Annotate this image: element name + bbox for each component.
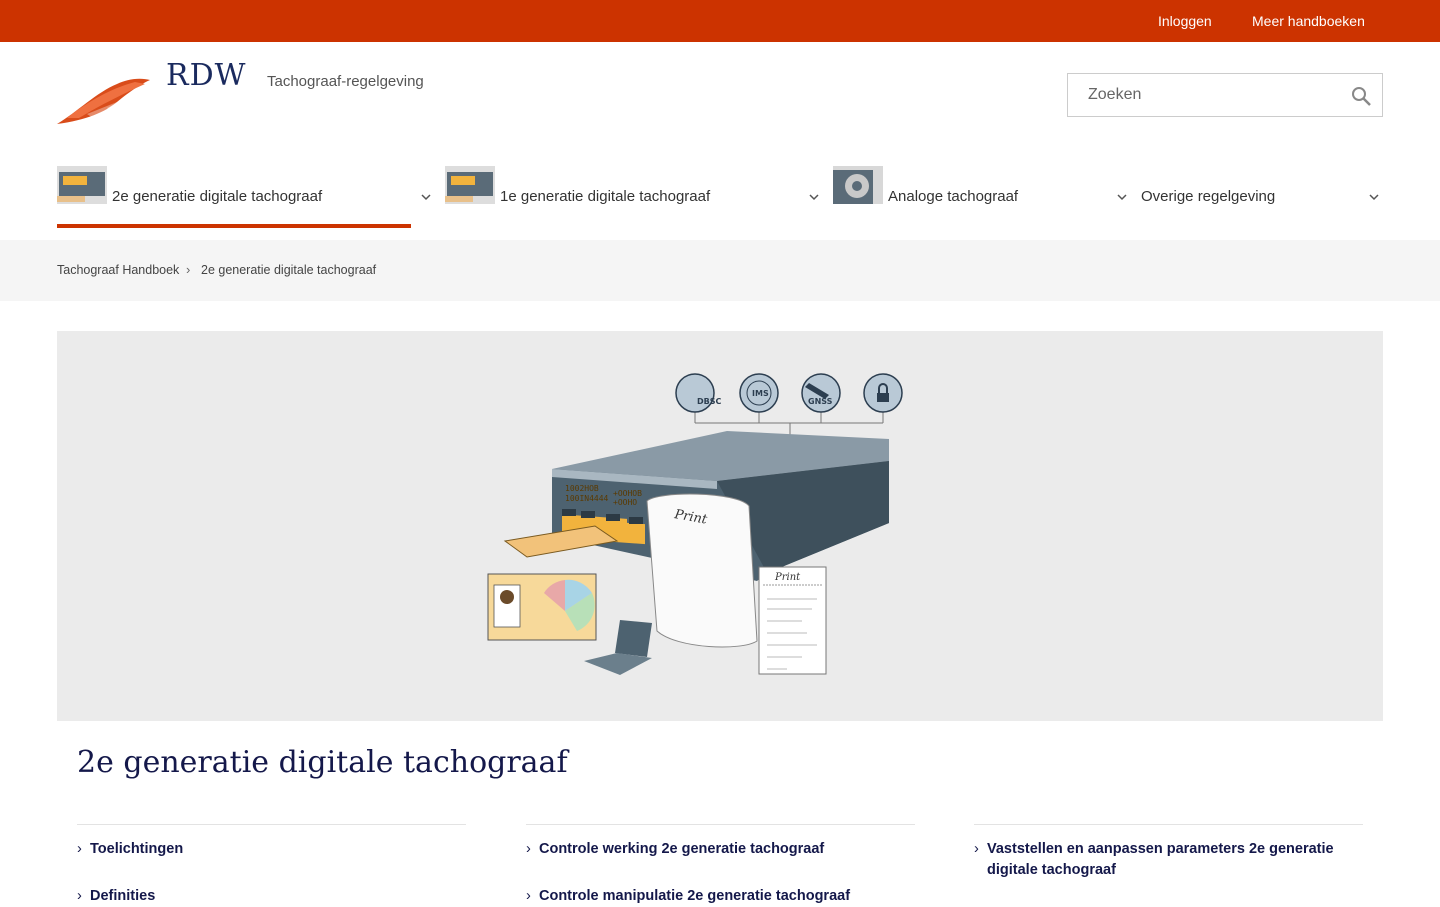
nav-item-analoge[interactable]: Analoge tachograaf — [833, 166, 1129, 228]
link-label[interactable]: Controle manipulatie 2e generatie tachog… — [539, 888, 850, 904]
chevron-down-icon — [1369, 194, 1379, 201]
link-column-2: › Controle werking 2e generatie tachogra… — [526, 824, 915, 907]
top-bar: Inloggen Meer handboeken — [0, 0, 1440, 42]
svg-text:100IN4444: 100IN4444 — [565, 494, 609, 503]
chevron-right-icon: › — [77, 888, 82, 904]
more-handbooks-link[interactable]: Meer handboeken — [1252, 13, 1365, 29]
link-label[interactable]: Vaststellen en aanpassen parameters 2e g… — [987, 841, 1334, 878]
chevron-down-icon — [809, 194, 819, 201]
logo-text[interactable]: RDW — [166, 58, 246, 93]
login-link[interactable]: Inloggen — [1158, 13, 1212, 29]
nav-item-label: 1e generatie digitale tachograaf — [500, 188, 711, 205]
breadcrumb-current: 2e generatie digitale tachograaf — [201, 263, 377, 277]
search-input[interactable] — [1088, 84, 1338, 106]
tachograph-thumbnail-icon — [57, 166, 107, 204]
tachograph-thumbnail-icon — [445, 166, 495, 204]
chevron-right-icon: › — [186, 262, 191, 277]
nav-item-overige[interactable]: Overige regelgeving — [1141, 166, 1383, 228]
list-item-link[interactable]: › Controle werking 2e generatie tachogra… — [526, 839, 915, 860]
svg-text:+OOHO: +OOHO — [613, 498, 637, 507]
chevron-down-icon — [421, 194, 431, 201]
link-column-3: › Vaststellen en aanpassen parameters 2e… — [974, 824, 1363, 881]
hero-image: DBSC IMS GNSS 1002HOB 100IN4444 +OOHOB +… — [57, 331, 1383, 721]
svg-text:DBSC: DBSC — [697, 397, 722, 406]
analog-tachograph-thumbnail-icon — [833, 166, 883, 204]
gnss-icon: GNSS — [801, 373, 841, 413]
breadcrumb: Tachograaf Handboek › 2e generatie digit… — [0, 240, 1440, 301]
svg-text:+OOHOB: +OOHOB — [613, 489, 642, 498]
tachograph-illustration: DBSC IMS GNSS 1002HOB 100IN4444 +OOHOB +… — [487, 373, 903, 675]
link-label[interactable]: Definities — [90, 888, 155, 904]
list-item-link[interactable]: › Toelichtingen — [77, 839, 466, 860]
breadcrumb-link-home[interactable]: Tachograaf Handboek — [57, 263, 179, 277]
search-icon[interactable] — [1350, 85, 1372, 107]
chevron-right-icon: › — [526, 841, 531, 857]
chevron-down-icon — [1117, 194, 1127, 201]
link-column-1: › Toelichtingen › Definities — [77, 824, 466, 907]
nav-item-label: Analoge tachograaf — [888, 188, 1019, 205]
site-subtitle: Tachograaf-regelgeving — [267, 73, 424, 90]
list-item-link[interactable]: › Vaststellen en aanpassen parameters 2e… — [974, 839, 1363, 881]
page-title: 2e generatie digitale tachograaf — [77, 745, 568, 780]
svg-text:IMS: IMS — [752, 389, 769, 398]
nav-item-1e-generatie[interactable]: 1e generatie digitale tachograaf — [445, 166, 825, 228]
svg-text:Print: Print — [774, 572, 801, 583]
chevron-right-icon: › — [974, 841, 979, 857]
link-label[interactable]: Toelichtingen — [90, 841, 183, 857]
search-box — [1067, 73, 1383, 117]
nav-item-label: 2e generatie digitale tachograaf — [112, 188, 323, 205]
lock-icon — [863, 373, 903, 413]
nav-item-label: Overige regelgeving — [1141, 188, 1276, 205]
nav-item-2e-generatie[interactable]: 2e generatie digitale tachograaf — [57, 166, 431, 228]
list-item-link[interactable]: › Controle manipulatie 2e generatie tach… — [526, 886, 915, 907]
chevron-right-icon: › — [77, 841, 82, 857]
link-label[interactable]: Controle werking 2e generatie tachograaf — [539, 841, 824, 857]
dbsc-icon: DBSC — [675, 373, 722, 413]
svg-text:GNSS: GNSS — [808, 397, 833, 406]
list-item-link[interactable]: › Definities — [77, 886, 466, 907]
chevron-right-icon: › — [526, 888, 531, 904]
svg-text:1002HOB: 1002HOB — [565, 484, 599, 493]
ims-icon: IMS — [739, 373, 779, 413]
